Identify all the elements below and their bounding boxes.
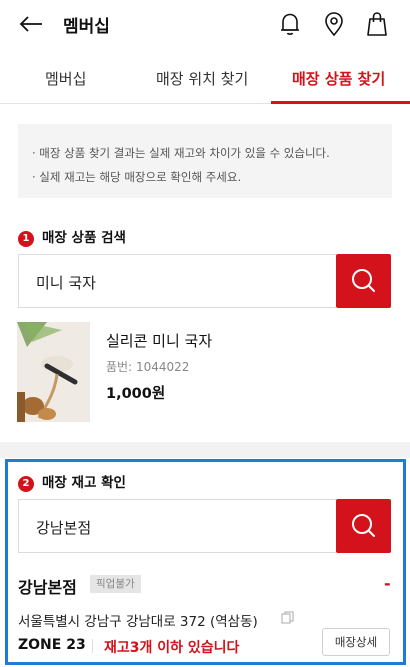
search-icon <box>352 514 375 537</box>
product-name[interactable]: 실리콘 미니 국자 <box>106 330 212 351</box>
search-icon <box>352 269 375 292</box>
location-pin-icon[interactable] <box>322 11 346 37</box>
arrow-left-icon[interactable] <box>18 12 44 36</box>
notice-line: · 실제 재고는 해당 매장으로 확인해 주세요. <box>32 170 242 184</box>
tab-store-product[interactable]: 매장 상품 찾기 <box>292 68 385 89</box>
shopping-bag-icon[interactable] <box>365 11 389 37</box>
separator <box>92 639 93 653</box>
store-search-input[interactable]: 강남본점 <box>18 499 336 553</box>
product-image <box>17 322 90 422</box>
section-title-stock-check: 2 매장 재고 확인 <box>18 471 126 492</box>
section-title-product-search: 1 매장 상품 검색 <box>18 226 126 247</box>
product-thumbnail[interactable] <box>17 322 90 422</box>
copy-icon[interactable] <box>281 611 294 624</box>
step-badge: 2 <box>18 476 34 492</box>
notice-line: · 매장 상품 찾기 결과는 실제 재고와 차이가 있을 수 있습니다. <box>32 146 330 160</box>
stock-status-text: 재고3개 이하 있습니다 <box>104 640 240 656</box>
store-search-button[interactable] <box>336 499 391 553</box>
store-address: 서울특별시 강남구 강남대로 372 (역삼동) <box>18 614 258 630</box>
zone-label: ZONE 23 <box>18 637 86 653</box>
store-input-value: 강남본점 <box>36 519 92 537</box>
product-code: 품번: 1044022 <box>106 360 190 374</box>
tab-membership[interactable]: 멤버십 <box>45 68 86 89</box>
product-search-button[interactable] <box>336 254 391 308</box>
section-title-text: 매장 재고 확인 <box>42 475 126 491</box>
pickup-status-badge: 픽업불가 <box>90 575 141 593</box>
active-tab-indicator <box>271 101 410 104</box>
top-header: 멤버십 <box>0 0 410 48</box>
tab-bar: 멤버십 매장 위치 찾기 매장 상품 찾기 <box>0 56 410 104</box>
product-price: 1,000원 <box>106 386 166 402</box>
store-name: 강남본점 <box>18 578 77 597</box>
tab-store-location[interactable]: 매장 위치 찾기 <box>156 68 248 89</box>
section-title-text: 매장 상품 검색 <box>42 230 126 246</box>
section-divider <box>0 442 410 458</box>
step-badge: 1 <box>18 231 34 247</box>
stock-indicator: - <box>384 574 391 593</box>
notice-box: · 매장 상품 찾기 결과는 실제 재고와 차이가 있을 수 있습니다. · 실… <box>18 124 392 198</box>
store-detail-button[interactable]: 매장상세 <box>322 628 390 656</box>
product-search-input[interactable]: 미니 국자 <box>18 254 336 308</box>
bell-icon[interactable] <box>278 11 302 37</box>
page-title: 멤버십 <box>63 17 110 37</box>
search-input-value: 미니 국자 <box>36 274 96 292</box>
